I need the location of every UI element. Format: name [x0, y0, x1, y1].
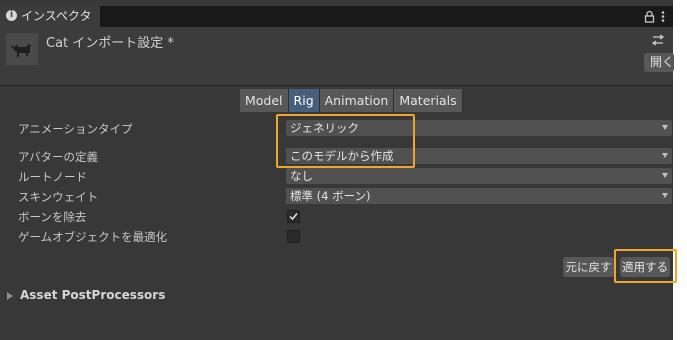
tab-model[interactable]: Model — [240, 89, 289, 112]
info-icon: i — [6, 10, 17, 21]
lock-icon[interactable] — [644, 10, 655, 23]
root-node-value: なし — [290, 169, 313, 183]
tab-animation[interactable]: Animation — [319, 89, 395, 112]
animation-type-label: アニメーションタイプ — [18, 122, 133, 136]
cat-icon — [10, 44, 31, 57]
skin-weights-dropdown[interactable]: 標準 (4 ボーン) — [286, 188, 672, 204]
divider — [0, 85, 673, 86]
skin-weights-label: スキンウェイト — [18, 190, 99, 204]
import-tabs: Model Rig Animation Materials — [240, 89, 463, 112]
highlight-box-apply — [614, 249, 677, 283]
root-node-dropdown[interactable]: なし — [286, 168, 672, 184]
asset-postprocessors-foldout[interactable]: Asset PostProcessors — [20, 288, 165, 302]
tab-bar — [0, 6, 673, 27]
avatar-definition-label: アバターの定義 — [18, 150, 99, 164]
page-title: Cat インポート設定 * — [46, 36, 174, 51]
tab-rig[interactable]: Rig — [288, 89, 320, 112]
tab-inspector[interactable]: iインスペクター* — [0, 6, 100, 44]
more-options-icon[interactable] — [660, 10, 666, 23]
tab-materials[interactable]: Materials — [394, 89, 463, 112]
open-button[interactable]: 開く — [644, 53, 674, 72]
cat-model-thumbnail — [6, 33, 38, 65]
revert-button[interactable]: 元に戻す — [563, 257, 614, 277]
skin-weights-value: 標準 (4 ボーン) — [290, 189, 371, 203]
optimize-game-objects-label: ゲームオブジェクトを最適化 — [18, 230, 168, 244]
optimize-game-objects-checkbox[interactable] — [287, 230, 300, 243]
chevron-down-icon — [662, 193, 668, 198]
checkmark-icon — [289, 213, 298, 221]
settings-toggle-icon[interactable] — [651, 33, 665, 47]
chevron-down-icon — [662, 173, 668, 178]
chevron-down-icon — [662, 153, 668, 158]
strip-bones-label: ボーンを除去 — [18, 210, 87, 224]
highlight-box-rig-settings — [276, 114, 415, 168]
strip-bones-checkbox[interactable] — [287, 210, 300, 223]
expand-arrow-icon[interactable] — [7, 292, 13, 300]
chevron-down-icon — [662, 125, 668, 130]
root-node-label: ルートノード — [18, 170, 87, 184]
